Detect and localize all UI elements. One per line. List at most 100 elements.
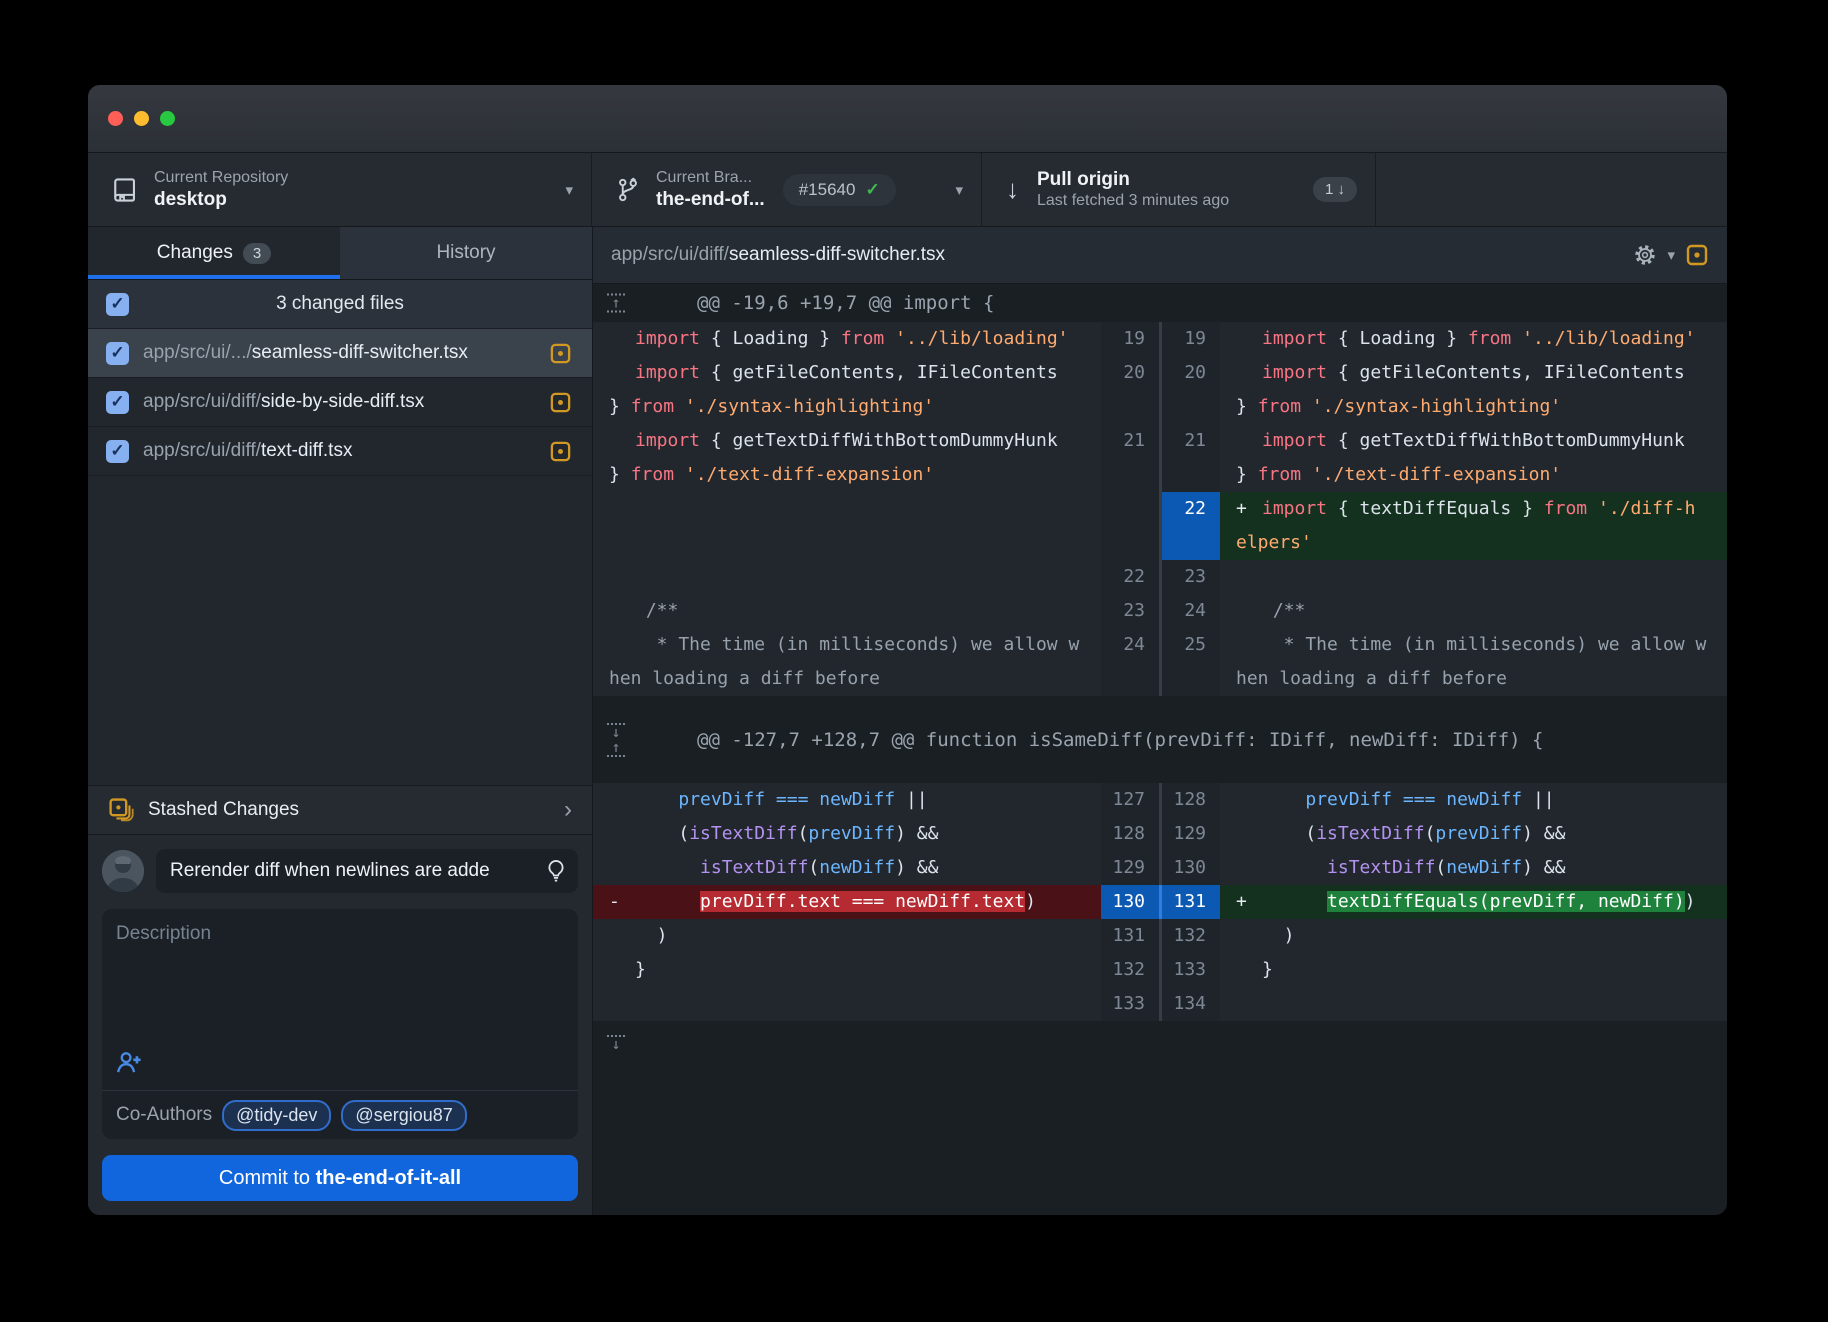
- line-number-old[interactable]: 20: [1101, 356, 1159, 390]
- line-number-new[interactable]: [1162, 390, 1220, 424]
- zoom-window-button[interactable]: [160, 111, 175, 126]
- diff-line-new[interactable]: import { Loading } from '../lib/loading': [1220, 322, 1727, 356]
- coauthor-chip[interactable]: @sergiou87: [341, 1100, 466, 1131]
- diff-line-old[interactable]: prevDiff === newDiff ||: [593, 783, 1101, 817]
- diff-line-old[interactable]: } from './text-diff-expansion': [593, 458, 1101, 492]
- diff-line-new[interactable]: import { getFileContents, IFileContents: [1220, 356, 1727, 390]
- line-number-new[interactable]: 23: [1162, 560, 1220, 594]
- diff-line-new[interactable]: import { getTextDiffWithBottomDummyHunk: [1220, 424, 1727, 458]
- line-number-old[interactable]: [1101, 458, 1159, 492]
- diff-line-new[interactable]: }: [1220, 953, 1727, 987]
- diff-line-new[interactable]: * The time (in milliseconds) we allow w: [1220, 628, 1727, 662]
- line-number-new[interactable]: 20: [1162, 356, 1220, 390]
- diff-line-new[interactable]: hen loading a diff before: [1220, 662, 1727, 696]
- line-number-new[interactable]: 128: [1162, 783, 1220, 817]
- file-row[interactable]: ✓app/src/ui/diff/text-diff.tsx: [88, 427, 592, 476]
- diff-line-new[interactable]: [1220, 987, 1727, 1021]
- line-number-new[interactable]: 22: [1162, 492, 1220, 526]
- line-number-old[interactable]: 129: [1101, 851, 1159, 885]
- minimize-window-button[interactable]: [134, 111, 149, 126]
- line-number-old[interactable]: 130: [1101, 885, 1159, 919]
- line-number-old[interactable]: [1101, 526, 1159, 560]
- stashed-changes-row[interactable]: Stashed Changes ›: [88, 785, 592, 835]
- file-row[interactable]: ✓app/src/ui/diff/side-by-side-diff.tsx: [88, 378, 592, 427]
- line-number-new[interactable]: 19: [1162, 322, 1220, 356]
- line-number-new[interactable]: [1162, 662, 1220, 696]
- line-number-new[interactable]: [1162, 526, 1220, 560]
- diff-line-old[interactable]: [593, 560, 1101, 594]
- commit-description-area[interactable]: Description: [102, 909, 578, 1090]
- commit-description-box[interactable]: Description Co-Authors @t: [102, 909, 578, 1139]
- line-number-new[interactable]: 133: [1162, 953, 1220, 987]
- line-number-old[interactable]: 131: [1101, 919, 1159, 953]
- line-number-new[interactable]: 24: [1162, 594, 1220, 628]
- diff-line-old[interactable]: import { getFileContents, IFileContents: [593, 356, 1101, 390]
- diff-line-new[interactable]: elpers': [1220, 526, 1727, 560]
- diff-line-old[interactable]: [593, 492, 1101, 526]
- line-number-new[interactable]: 21: [1162, 424, 1220, 458]
- diff-line-old[interactable]: * The time (in milliseconds) we allow w: [593, 628, 1101, 662]
- line-number-new[interactable]: [1162, 458, 1220, 492]
- line-number-old[interactable]: [1101, 492, 1159, 526]
- pull-origin-button[interactable]: ↓ Pull origin Last fetched 3 minutes ago…: [982, 153, 1376, 226]
- line-number-new[interactable]: 131: [1162, 885, 1220, 919]
- expand-down-icon[interactable]: ↓: [607, 723, 625, 739]
- line-number-new[interactable]: 134: [1162, 987, 1220, 1021]
- diff-line-old[interactable]: isTextDiff(newDiff) &&: [593, 851, 1101, 885]
- include-file-checkbox[interactable]: ✓: [106, 440, 129, 463]
- commit-summary-input[interactable]: Rerender diff when newlines are adde: [156, 849, 578, 893]
- line-number-new[interactable]: 129: [1162, 817, 1220, 851]
- diff-line-old[interactable]: [593, 526, 1101, 560]
- diff-line-old[interactable]: [593, 987, 1101, 1021]
- expand-down-icon[interactable]: ↓: [607, 1035, 625, 1051]
- tab-changes[interactable]: Changes 3: [88, 227, 340, 279]
- line-number-new[interactable]: 25: [1162, 628, 1220, 662]
- diff-line-old[interactable]: ): [593, 919, 1101, 953]
- include-file-checkbox[interactable]: ✓: [106, 391, 129, 414]
- diff-line-old[interactable]: - prevDiff.text === newDiff.text): [593, 885, 1101, 919]
- line-number-old[interactable]: 132: [1101, 953, 1159, 987]
- diff-options-gear-icon[interactable]: [1633, 243, 1657, 267]
- diff-line-old[interactable]: /**: [593, 594, 1101, 628]
- diff-line-new[interactable]: (isTextDiff(prevDiff) &&: [1220, 817, 1727, 851]
- current-branch-button[interactable]: Current Bra... the-end-of... #15640 ✓ ▾: [592, 153, 982, 226]
- expand-up-icon[interactable]: ↑: [607, 294, 625, 313]
- line-number-old[interactable]: 127: [1101, 783, 1159, 817]
- diff-line-new[interactable]: isTextDiff(newDiff) &&: [1220, 851, 1727, 885]
- diff-line-new[interactable]: + textDiffEquals(prevDiff, newDiff)): [1220, 885, 1727, 919]
- line-number-old[interactable]: 24: [1101, 628, 1159, 662]
- file-row[interactable]: ✓app/src/ui/.../seamless-diff-switcher.t…: [88, 329, 592, 378]
- include-all-checkbox[interactable]: ✓: [106, 293, 129, 316]
- diff-line-new[interactable]: prevDiff === newDiff ||: [1220, 783, 1727, 817]
- pr-number-badge[interactable]: #15640 ✓: [783, 174, 896, 206]
- line-number-old[interactable]: 21: [1101, 424, 1159, 458]
- diff-line-old[interactable]: }: [593, 953, 1101, 987]
- lightbulb-icon[interactable]: [544, 859, 568, 889]
- diff-line-new[interactable]: ): [1220, 919, 1727, 953]
- diff-line-new[interactable]: } from './text-diff-expansion': [1220, 458, 1727, 492]
- line-number-old[interactable]: 128: [1101, 817, 1159, 851]
- expand-up-icon[interactable]: ↑: [607, 741, 625, 757]
- diff-line-new[interactable]: [1220, 560, 1727, 594]
- add-coauthor-icon[interactable]: [116, 1050, 142, 1080]
- commit-button[interactable]: Commit to the-end-of-it-all: [102, 1155, 578, 1201]
- line-number-old[interactable]: 23: [1101, 594, 1159, 628]
- include-file-checkbox[interactable]: ✓: [106, 342, 129, 365]
- diff-line-old[interactable]: import { Loading } from '../lib/loading': [593, 322, 1101, 356]
- diff-options-caret[interactable]: ▾: [1667, 246, 1675, 264]
- coauthor-chip[interactable]: @tidy-dev: [222, 1100, 331, 1131]
- line-number-old[interactable]: 133: [1101, 987, 1159, 1021]
- tab-history[interactable]: History: [340, 227, 592, 279]
- diff-line-new[interactable]: } from './syntax-highlighting': [1220, 390, 1727, 424]
- line-number-new[interactable]: 130: [1162, 851, 1220, 885]
- close-window-button[interactable]: [108, 111, 123, 126]
- diff-line-new[interactable]: +import { textDiffEquals } from './diff-…: [1220, 492, 1727, 526]
- line-number-new[interactable]: 132: [1162, 919, 1220, 953]
- diff-line-old[interactable]: } from './syntax-highlighting': [593, 390, 1101, 424]
- line-number-old[interactable]: [1101, 662, 1159, 696]
- current-repository-button[interactable]: Current Repository desktop ▾: [88, 153, 592, 226]
- diff-line-old[interactable]: import { getTextDiffWithBottomDummyHunk: [593, 424, 1101, 458]
- diff-line-old[interactable]: hen loading a diff before: [593, 662, 1101, 696]
- line-number-old[interactable]: 19: [1101, 322, 1159, 356]
- line-number-old[interactable]: [1101, 390, 1159, 424]
